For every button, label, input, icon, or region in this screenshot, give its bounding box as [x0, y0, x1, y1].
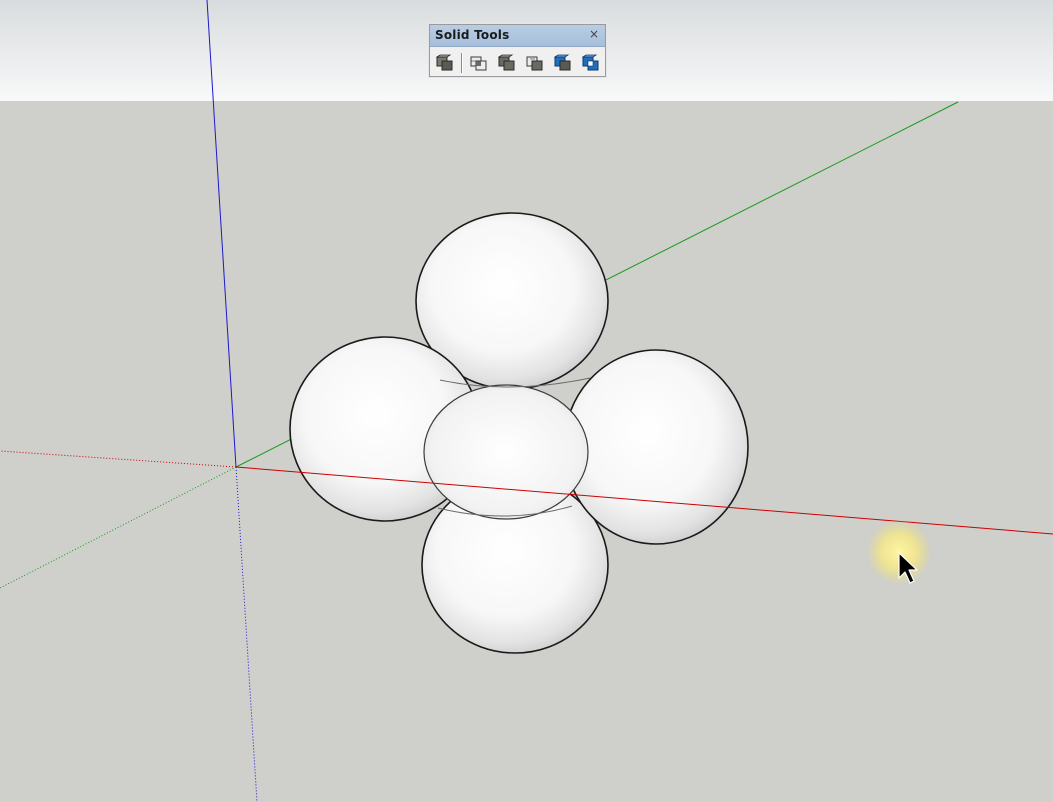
- subtract-icon: [526, 56, 543, 71]
- trim-button[interactable]: [552, 52, 574, 74]
- toolbar-separator: [461, 53, 463, 73]
- toolbar-buttons: [430, 47, 605, 77]
- outer-shell-button[interactable]: [434, 52, 456, 74]
- trim-icon: [553, 54, 571, 71]
- modeling-viewport[interactable]: Solid Tools ×: [0, 0, 1053, 802]
- union-icon: [497, 54, 515, 71]
- 3d-scene[interactable]: [0, 0, 1053, 802]
- outer-shell-icon: [435, 54, 453, 71]
- toolbar-titlebar[interactable]: Solid Tools ×: [430, 25, 605, 47]
- split-icon: [581, 54, 599, 71]
- intersect-icon: [470, 56, 487, 71]
- solid-tools-toolbar[interactable]: Solid Tools ×: [429, 24, 606, 77]
- intersect-button[interactable]: [468, 52, 490, 74]
- sphere-center[interactable]: [423, 384, 589, 520]
- close-icon[interactable]: ×: [589, 27, 599, 41]
- union-button[interactable]: [496, 52, 518, 74]
- toolbar-title: Solid Tools: [435, 28, 510, 42]
- split-button[interactable]: [580, 52, 602, 74]
- subtract-button[interactable]: [524, 52, 546, 74]
- sphere-right[interactable]: [563, 349, 749, 545]
